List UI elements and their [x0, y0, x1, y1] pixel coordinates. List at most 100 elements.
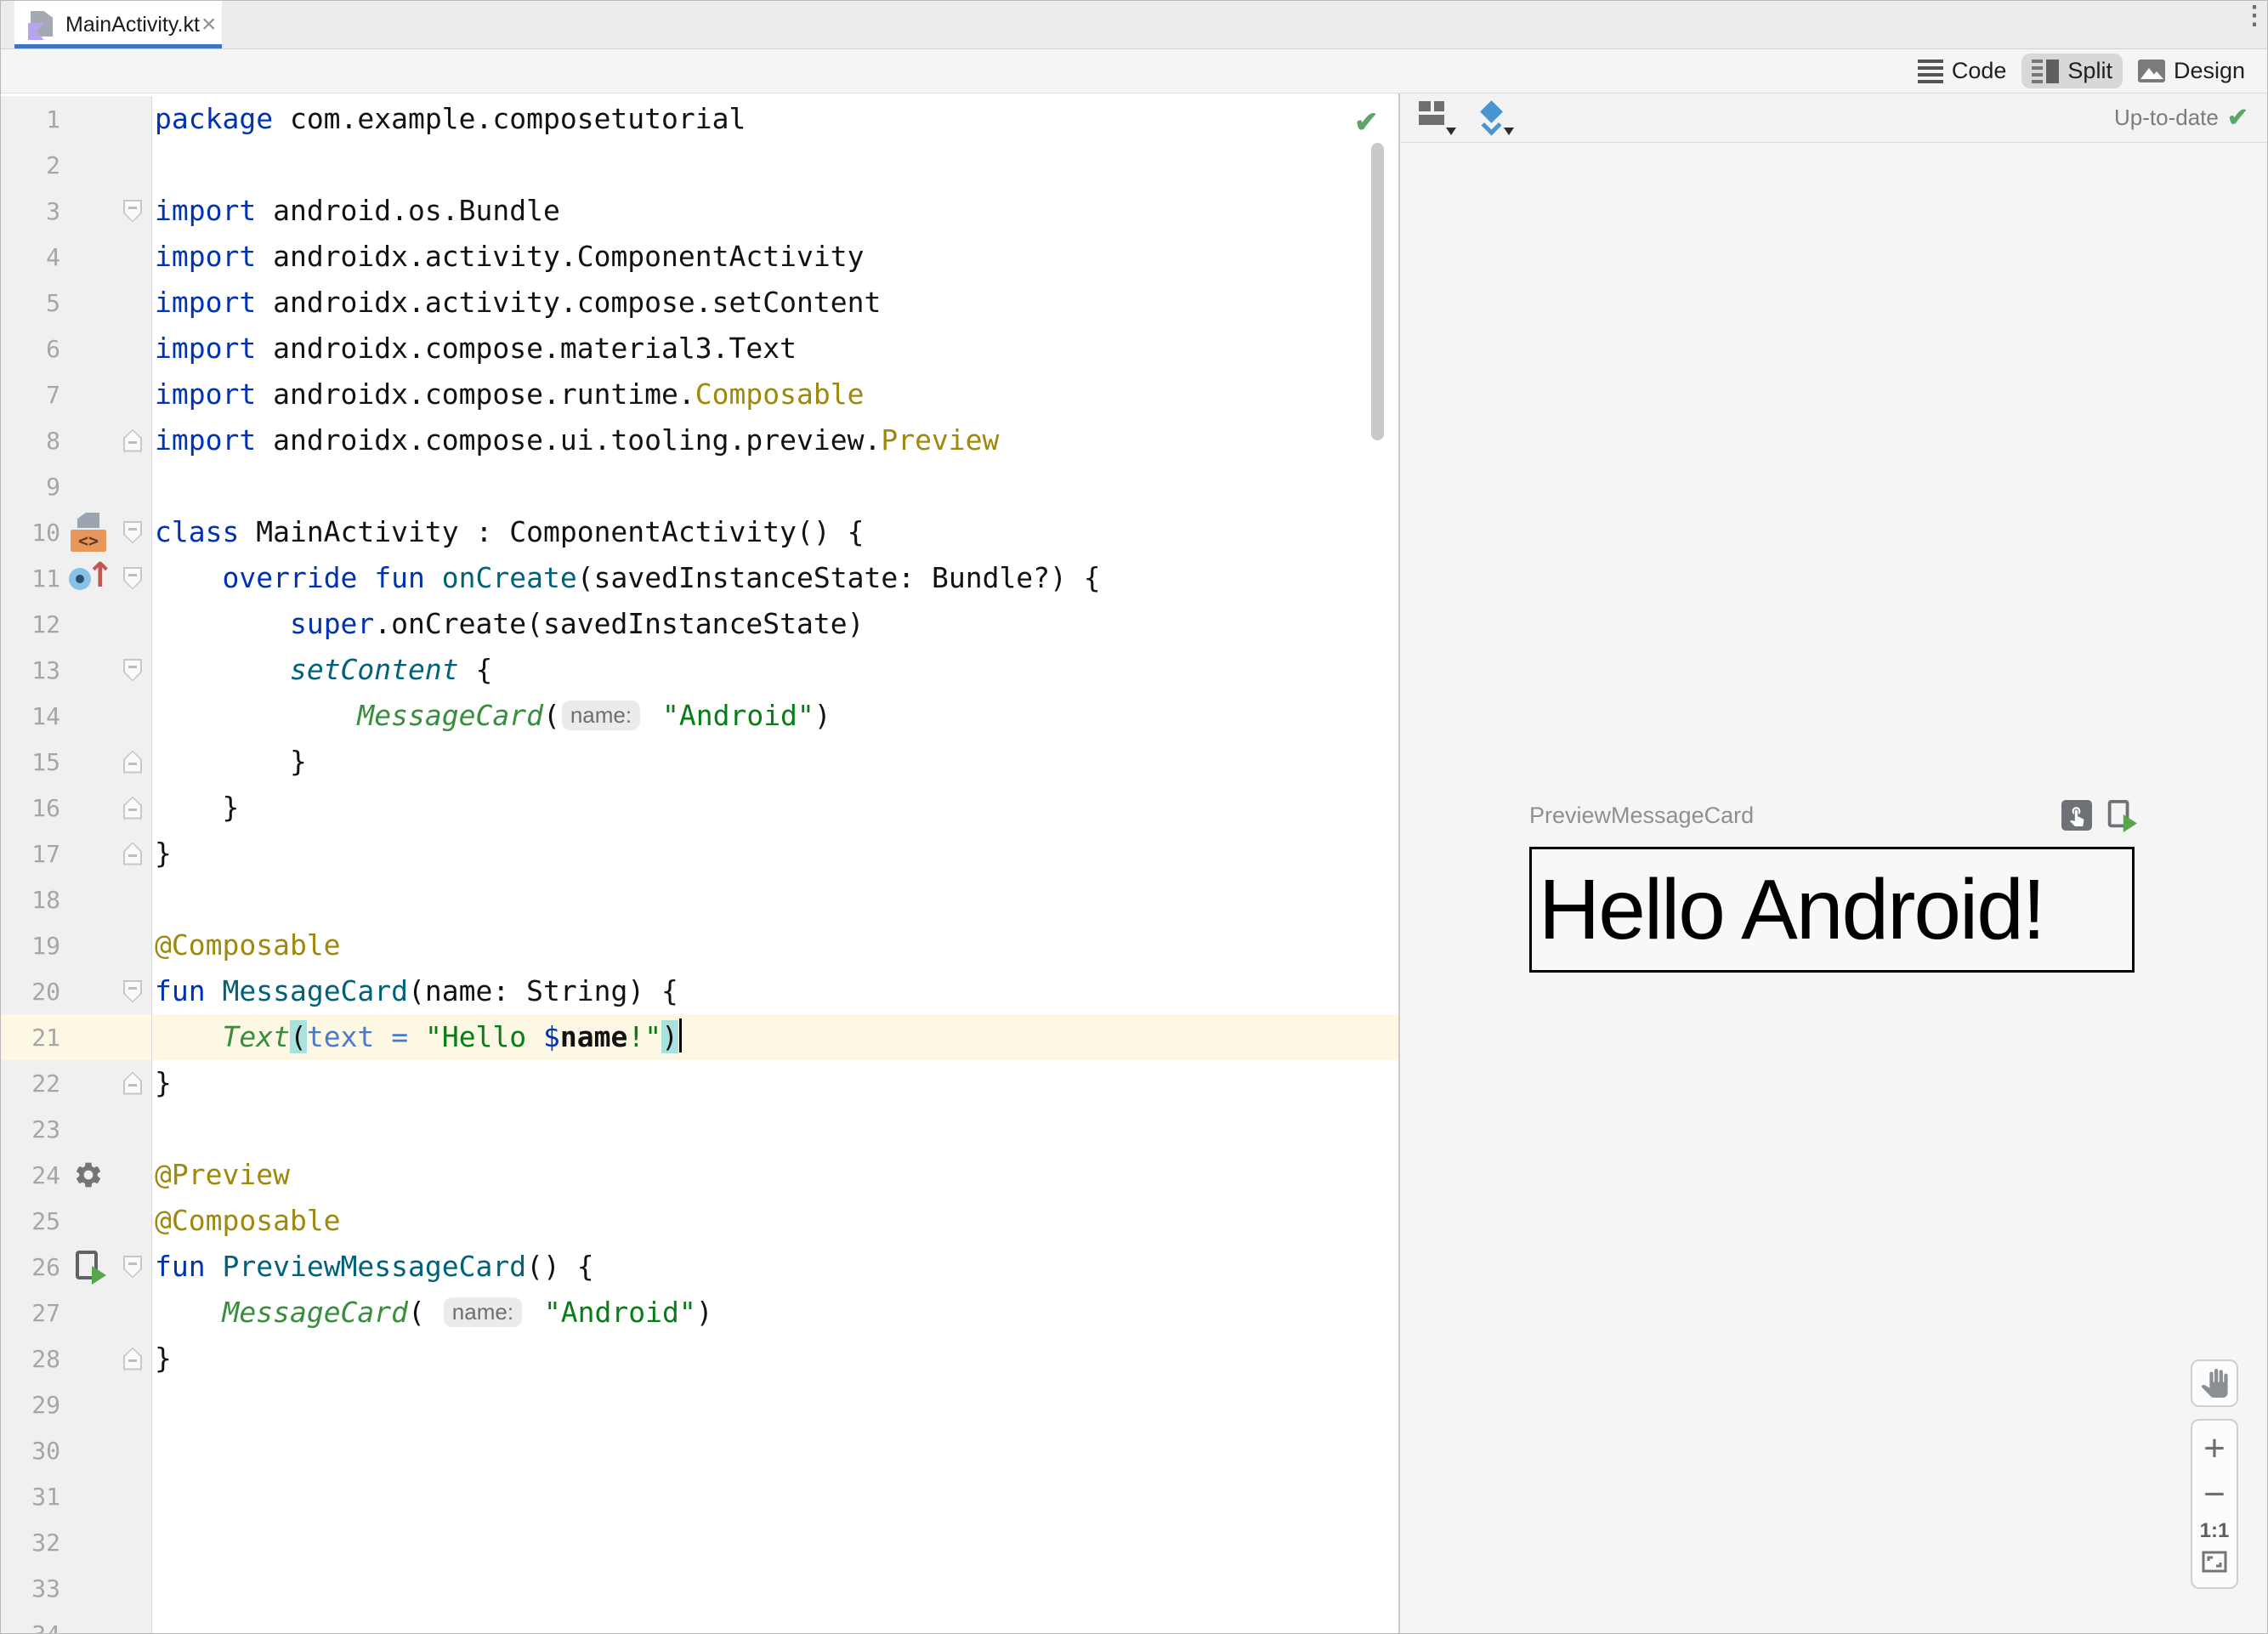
code-text[interactable]: }: [152, 831, 172, 877]
overrides-method-icon[interactable]: ↑: [69, 556, 115, 599]
code-text[interactable]: import android.os.Bundle: [152, 188, 560, 234]
code-text[interactable]: @Composable: [152, 922, 341, 968]
zoom-in-button[interactable]: +: [2203, 1429, 2225, 1467]
fold-marker-icon[interactable]: [123, 428, 142, 452]
code-text[interactable]: [152, 1611, 155, 1633]
code-text[interactable]: fun MessageCard(name: String) {: [152, 968, 678, 1014]
line-number[interactable]: 31: [1, 1483, 60, 1511]
code-text[interactable]: [152, 142, 155, 188]
zoom-actual-size-button[interactable]: 1:1: [2200, 1521, 2230, 1541]
line-number[interactable]: 7: [1, 381, 60, 409]
line-number[interactable]: 8: [1, 427, 60, 455]
code-text[interactable]: @Preview: [152, 1152, 290, 1198]
fold-marker-icon[interactable]: [123, 1071, 142, 1095]
line-number[interactable]: 16: [1, 794, 60, 822]
line-number[interactable]: 18: [1, 886, 60, 914]
line-number[interactable]: 2: [1, 151, 60, 179]
inspection-ok-icon[interactable]: ✔: [1354, 105, 1379, 139]
code-text[interactable]: [152, 1382, 155, 1427]
run-preview-icon[interactable]: [74, 1249, 106, 1285]
line-number[interactable]: 29: [1, 1391, 60, 1419]
code-text[interactable]: }: [152, 739, 307, 785]
line-number[interactable]: 30: [1, 1437, 60, 1465]
code-editor[interactable]: 1 package com.example.composetutorial 2 3 im…: [1, 94, 1398, 1633]
fold-marker-icon[interactable]: [123, 520, 142, 544]
preview-name-label[interactable]: PreviewMessageCard: [1529, 803, 1754, 829]
code-text[interactable]: [152, 1106, 155, 1152]
more-options-icon[interactable]: ⋮: [2242, 3, 2267, 40]
line-number[interactable]: 21: [1, 1024, 60, 1052]
fold-marker-icon[interactable]: [123, 658, 142, 682]
line-number[interactable]: 11: [1, 565, 60, 593]
line-number[interactable]: 12: [1, 610, 60, 638]
fold-marker-icon[interactable]: [123, 566, 142, 590]
compose-preview-frame[interactable]: Hello Android!: [1529, 847, 2135, 973]
code-text[interactable]: [152, 877, 155, 922]
fold-marker-icon[interactable]: [123, 199, 142, 223]
zoom-to-fit-button[interactable]: [2201, 1550, 2228, 1578]
line-number[interactable]: 33: [1, 1574, 60, 1603]
code-text[interactable]: [152, 1565, 155, 1611]
code-text[interactable]: fun PreviewMessageCard() {: [152, 1244, 594, 1290]
line-number[interactable]: 1: [1, 105, 60, 133]
code-text[interactable]: MessageCard( name: "Android"): [152, 1290, 712, 1336]
tab-close-icon[interactable]: ×: [200, 12, 218, 37]
line-number[interactable]: 10: [1, 519, 60, 547]
code-text[interactable]: import androidx.compose.runtime.Composab…: [152, 372, 864, 417]
code-text[interactable]: @Composable: [152, 1198, 341, 1244]
code-text[interactable]: setContent {: [152, 647, 492, 693]
fold-marker-icon[interactable]: [123, 1255, 142, 1279]
code-text[interactable]: MessageCard(name: "Android"): [152, 693, 831, 739]
code-text[interactable]: }: [152, 1060, 172, 1106]
mode-split-button[interactable]: Split: [2021, 54, 2123, 88]
code-text[interactable]: import androidx.activity.ComponentActivi…: [152, 234, 864, 280]
line-number[interactable]: 22: [1, 1069, 60, 1098]
editor-scrollbar[interactable]: [1371, 143, 1384, 440]
line-number[interactable]: 25: [1, 1207, 60, 1235]
fold-marker-icon[interactable]: [123, 796, 142, 820]
line-number[interactable]: 17: [1, 840, 60, 868]
line-number[interactable]: 9: [1, 473, 60, 501]
zoom-out-button[interactable]: −: [2203, 1475, 2225, 1513]
code-text[interactable]: }: [152, 785, 239, 831]
class-mapping-icon[interactable]: <>: [71, 513, 106, 552]
line-number[interactable]: 32: [1, 1529, 60, 1557]
code-text[interactable]: override fun onCreate(savedInstanceState…: [152, 555, 1100, 601]
code-text[interactable]: import androidx.compose.material3.Text: [152, 326, 797, 372]
code-text[interactable]: import androidx.compose.ui.tooling.previ…: [152, 417, 999, 463]
line-number[interactable]: 34: [1, 1620, 60, 1634]
fold-marker-icon[interactable]: [123, 750, 142, 774]
mode-design-button[interactable]: Design: [2128, 54, 2255, 88]
line-number[interactable]: 26: [1, 1253, 60, 1281]
line-number[interactable]: 14: [1, 702, 60, 730]
ui-check-mode-button[interactable]: [1419, 100, 1456, 135]
code-text[interactable]: }: [152, 1336, 172, 1382]
line-number[interactable]: 4: [1, 243, 60, 271]
code-text[interactable]: Text(text = "Hello $name!"): [152, 1014, 683, 1060]
code-text[interactable]: class MainActivity : ComponentActivity()…: [152, 509, 864, 555]
code-text[interactable]: import androidx.activity.compose.setCont…: [152, 280, 881, 326]
line-number[interactable]: 19: [1, 932, 60, 960]
interactive-preview-icon[interactable]: [2061, 800, 2092, 831]
mode-code-button[interactable]: Code: [1908, 54, 2017, 88]
line-number[interactable]: 28: [1, 1345, 60, 1373]
tab-mainactivity[interactable]: MainActivity.kt ×: [14, 1, 222, 48]
code-text[interactable]: [152, 1519, 155, 1565]
line-number[interactable]: 13: [1, 656, 60, 684]
pan-tool-button[interactable]: [2191, 1359, 2238, 1407]
fold-marker-icon[interactable]: [123, 979, 142, 1003]
preview-settings-gear-icon[interactable]: [73, 1160, 104, 1190]
line-number[interactable]: 27: [1, 1299, 60, 1327]
layout-inspector-button[interactable]: [1477, 99, 1514, 136]
run-preview-on-device-icon[interactable]: [2106, 798, 2137, 832]
line-number[interactable]: 24: [1, 1161, 60, 1189]
line-number[interactable]: 15: [1, 748, 60, 776]
line-number[interactable]: 6: [1, 335, 60, 363]
fold-marker-icon[interactable]: [123, 1347, 142, 1370]
line-number[interactable]: 20: [1, 978, 60, 1006]
code-text[interactable]: super.onCreate(savedInstanceState): [152, 601, 865, 647]
line-number[interactable]: 23: [1, 1115, 60, 1143]
fold-marker-icon[interactable]: [123, 842, 142, 865]
code-text[interactable]: package com.example.composetutorial: [152, 96, 746, 142]
line-number[interactable]: 5: [1, 289, 60, 317]
